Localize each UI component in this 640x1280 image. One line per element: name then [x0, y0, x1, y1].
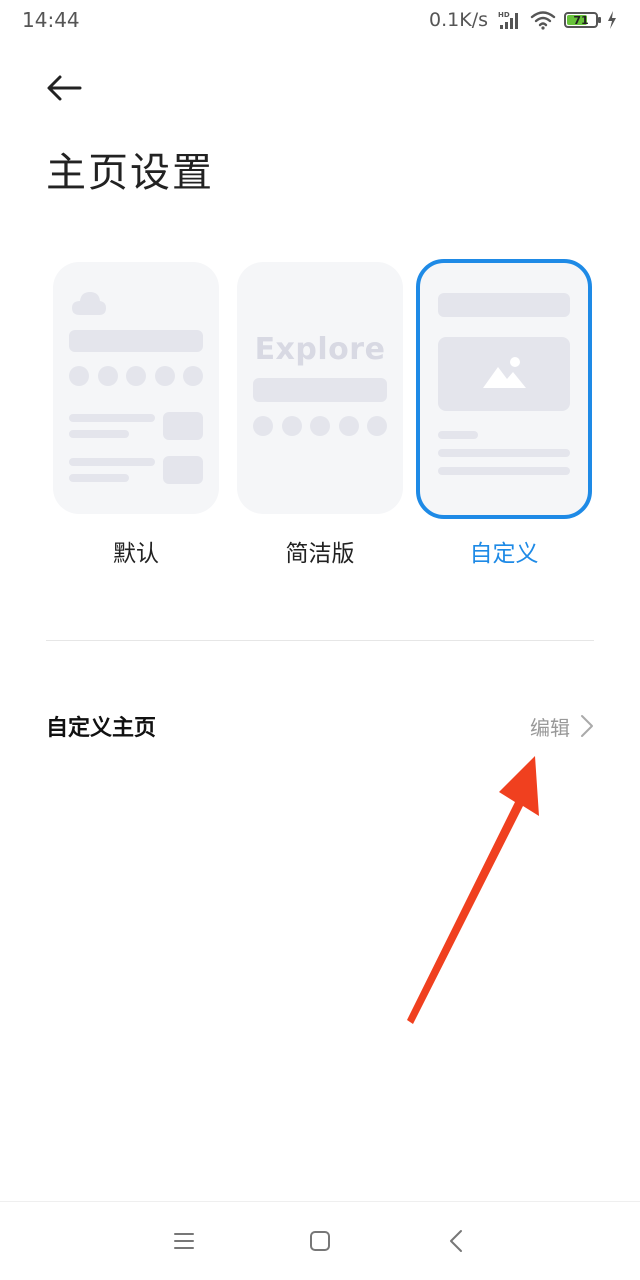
preview-dot — [155, 366, 175, 386]
preview-line — [69, 458, 155, 466]
preview-dot — [310, 416, 330, 436]
navigation-bar — [0, 1201, 640, 1280]
preview-search-bar — [253, 378, 387, 402]
preview-thumb — [163, 412, 203, 440]
page-title: 主页设置 — [46, 150, 214, 196]
preview-dot — [282, 416, 302, 436]
preview-dot — [367, 416, 387, 436]
status-indicators: 0.1K/s HD 71 — [429, 9, 618, 31]
menu-icon — [174, 1233, 194, 1249]
wifi-icon — [530, 10, 556, 30]
charging-icon — [606, 10, 618, 30]
status-time: 14:44 — [22, 8, 80, 32]
home-icon — [310, 1231, 330, 1251]
signal-icon: HD — [496, 10, 522, 30]
svg-text:HD: HD — [498, 11, 510, 19]
preview-dot — [339, 416, 359, 436]
custom-home-title: 自定义主页 — [46, 716, 157, 741]
preview-line — [69, 474, 129, 482]
preview-banner — [438, 337, 570, 411]
custom-home-row[interactable]: 自定义主页 编辑 — [46, 700, 594, 752]
status-bar: 14:44 0.1K/s HD 71 — [0, 0, 640, 40]
preview-line — [69, 430, 129, 438]
preview-dot — [183, 366, 203, 386]
back-arrow-icon — [47, 75, 82, 101]
page: 14:44 0.1K/s HD 71 主页设置 默认 Explore 简洁版 自… — [0, 0, 640, 1280]
annotation-arrow-icon — [407, 756, 539, 1024]
nav-back-button[interactable] — [438, 1223, 474, 1259]
preview-dot — [69, 366, 89, 386]
layout-label-custom[interactable]: 自定义 — [421, 534, 587, 568]
back-icon — [450, 1230, 462, 1252]
edit-label: 编辑 — [530, 715, 570, 740]
preview-search-bar — [438, 293, 570, 317]
image-icon — [483, 357, 526, 388]
preview-search-bar — [69, 330, 203, 352]
battery-icon: 71 — [564, 12, 601, 28]
home-button[interactable] — [302, 1223, 338, 1259]
preview-explore-text: Explore — [254, 332, 386, 367]
edit-button[interactable]: 编辑 — [530, 712, 594, 741]
preview-thumb — [163, 456, 203, 484]
network-speed: 0.1K/s — [429, 9, 488, 31]
preview-dot — [126, 366, 146, 386]
back-button[interactable] — [40, 66, 88, 110]
preview-line — [438, 449, 570, 457]
preview-line — [438, 431, 478, 439]
layout-option-simple[interactable]: Explore — [237, 262, 403, 514]
preview-line — [438, 467, 570, 475]
preview-line — [69, 414, 155, 422]
layout-option-default[interactable] — [53, 262, 219, 514]
layout-option-custom[interactable] — [416, 259, 592, 519]
chevron-right-icon — [581, 715, 593, 737]
menu-button[interactable] — [166, 1223, 202, 1259]
preview-dot — [98, 366, 118, 386]
battery-level: 71 — [573, 13, 589, 27]
preview-dot — [253, 416, 273, 436]
divider — [46, 640, 594, 641]
layout-label-simple[interactable]: 简洁版 — [237, 534, 403, 568]
cloud-icon — [72, 292, 106, 315]
layout-label-default[interactable]: 默认 — [53, 534, 219, 568]
